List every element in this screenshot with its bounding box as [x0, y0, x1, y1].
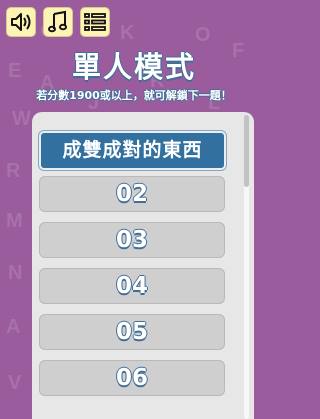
level-button-04[interactable]: 04	[39, 268, 225, 304]
scrollbar-thumb[interactable]	[244, 115, 249, 187]
level-button-05[interactable]: 05	[39, 314, 225, 350]
unlock-hint: 若分數1900或以上，就可解鎖下一題！	[36, 89, 232, 102]
menu-button[interactable]	[80, 7, 110, 37]
level-button-02[interactable]: 02	[39, 176, 225, 212]
list-menu-icon	[84, 13, 106, 31]
level-number: 06	[115, 365, 148, 391]
speaker-icon	[11, 13, 31, 31]
level-number: 04	[115, 273, 148, 299]
level-number: 03	[115, 227, 148, 253]
category-header[interactable]: 成雙成對的東西	[39, 131, 226, 170]
sound-button[interactable]	[6, 7, 36, 37]
level-number: 05	[115, 319, 148, 345]
level-list-panel: 成雙成對的東西 02 03 04 05 06	[32, 112, 254, 419]
music-button[interactable]	[43, 7, 73, 37]
page-title: 單人模式	[71, 50, 196, 84]
level-button-03[interactable]: 03	[39, 222, 225, 258]
level-button-06[interactable]: 06	[39, 360, 225, 396]
music-note-icon	[48, 10, 67, 33]
level-number: 02	[115, 181, 148, 207]
